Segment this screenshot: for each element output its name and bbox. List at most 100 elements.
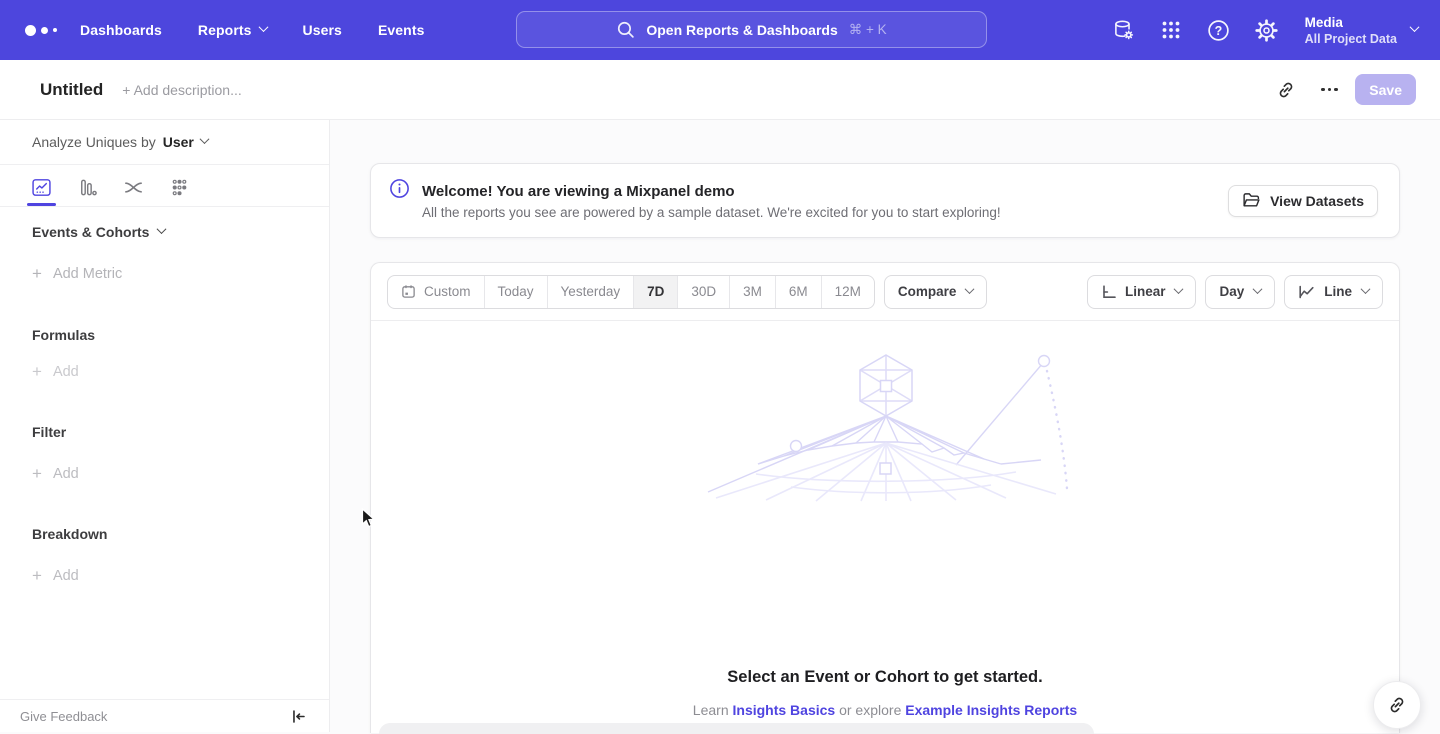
banner-subtitle: All the reports you see are powered by a… xyxy=(422,205,1228,220)
range-today[interactable]: Today xyxy=(485,276,548,308)
section-title: Breakdown xyxy=(32,526,107,542)
tab-flow-chart[interactable] xyxy=(119,173,147,201)
add-filter-button[interactable]: + Add xyxy=(32,466,79,482)
add-breakdown-label: Add xyxy=(53,568,79,584)
help-icon[interactable]: ? xyxy=(1206,18,1231,43)
folder-icon xyxy=(1242,192,1261,209)
range-3m[interactable]: 3M xyxy=(730,276,776,308)
give-feedback-link[interactable]: Give Feedback xyxy=(20,709,107,724)
settings-gear-icon[interactable] xyxy=(1254,18,1279,43)
chart-type-label: Line xyxy=(1324,284,1352,299)
analyze-label: Analyze Uniques by xyxy=(32,134,156,150)
share-link-fab[interactable] xyxy=(1373,681,1421,729)
chevron-down-icon xyxy=(1253,284,1263,294)
scale-label: Linear xyxy=(1125,284,1166,299)
empty-state: Select an Event or Cohort to get started… xyxy=(371,321,1399,733)
analyze-uniques-row: Analyze Uniques by User xyxy=(0,120,329,165)
section-events-cohorts[interactable]: Events & Cohorts xyxy=(32,224,165,240)
nav-item-events[interactable]: Events xyxy=(378,14,425,46)
range-custom[interactable]: Custom xyxy=(388,276,485,308)
welcome-banner: Welcome! You are viewing a Mixpanel demo… xyxy=(370,163,1400,238)
svg-text:?: ? xyxy=(1214,23,1222,37)
range-12m[interactable]: 12M xyxy=(822,276,874,308)
report-title[interactable]: Untitled xyxy=(40,80,103,100)
more-options-icon[interactable] xyxy=(1312,73,1346,107)
chart-type-dropdown[interactable]: Line xyxy=(1284,275,1383,309)
scale-dropdown[interactable]: Linear xyxy=(1087,275,1197,309)
range-label: Custom xyxy=(424,284,471,299)
analyze-entity-value: User xyxy=(163,134,194,150)
view-datasets-label: View Datasets xyxy=(1270,193,1364,209)
chevron-down-icon xyxy=(1174,284,1184,294)
search-icon xyxy=(616,20,635,39)
report-toolbar: Custom Today Yesterday 7D 30D 3M 6M 12M … xyxy=(371,263,1399,321)
section-breakdown: Breakdown xyxy=(32,526,107,542)
analyze-entity-dropdown[interactable]: User xyxy=(163,134,208,150)
nav-item-dashboards[interactable]: Dashboards xyxy=(80,14,162,46)
section-title: Filter xyxy=(32,424,66,440)
interval-dropdown[interactable]: Day xyxy=(1205,275,1275,309)
range-7d[interactable]: 7D xyxy=(634,276,678,308)
chevron-down-icon xyxy=(1361,284,1371,294)
tab-insights-line[interactable] xyxy=(27,173,55,201)
primary-nav-links: Dashboards Reports Users Events xyxy=(80,14,460,46)
empty-state-title: Select an Event or Cohort to get started… xyxy=(371,668,1399,687)
sidebar-footer: Give Feedback xyxy=(0,699,329,732)
date-range-controls: Custom Today Yesterday 7D 30D 3M 6M 12M … xyxy=(387,275,987,309)
chevron-down-icon xyxy=(199,134,209,144)
nav-item-label: Users xyxy=(303,22,342,38)
chevron-down-icon xyxy=(1410,22,1420,32)
report-header: Untitled + Add description... Save xyxy=(0,60,1440,120)
example-reports-link[interactable]: Example Insights Reports xyxy=(905,702,1077,718)
add-metric-label: Add Metric xyxy=(53,266,122,282)
range-label: Today xyxy=(498,284,534,299)
search-shortcut: ⌘ + K xyxy=(849,22,887,38)
mixpanel-logo[interactable] xyxy=(25,25,61,36)
range-label: 7D xyxy=(647,284,664,299)
range-6m[interactable]: 6M xyxy=(776,276,822,308)
compare-dropdown[interactable]: Compare xyxy=(884,275,988,309)
apps-grid-icon[interactable] xyxy=(1159,18,1183,42)
data-management-icon[interactable] xyxy=(1111,18,1136,43)
link-icon xyxy=(1387,695,1407,715)
insights-basics-link[interactable]: Insights Basics xyxy=(733,702,836,718)
active-tab-indicator xyxy=(27,203,56,206)
nav-item-users[interactable]: Users xyxy=(303,14,342,46)
range-label: 6M xyxy=(789,284,808,299)
range-label: 3M xyxy=(743,284,762,299)
copy-link-icon[interactable] xyxy=(1269,73,1303,107)
banner-text: Welcome! You are viewing a Mixpanel demo… xyxy=(422,181,1228,220)
nav-item-reports[interactable]: Reports xyxy=(198,14,267,46)
calendar-icon xyxy=(401,284,416,299)
add-formula-button[interactable]: + Add xyxy=(32,364,79,380)
tab-metrics-grid[interactable] xyxy=(165,173,193,201)
project-switcher[interactable]: Media All Project Data xyxy=(1305,14,1418,47)
plus-icon: + xyxy=(32,467,42,481)
collapse-sidebar-icon[interactable] xyxy=(290,708,307,725)
add-breakdown-button[interactable]: + Add xyxy=(32,568,79,584)
add-formula-label: Add xyxy=(53,364,79,380)
plus-icon: + xyxy=(32,569,42,583)
hint-text: or explore xyxy=(839,702,901,718)
section-formulas: Formulas xyxy=(32,327,95,343)
top-navigation-bar: Dashboards Reports Users Events Open Rep… xyxy=(0,0,1440,60)
view-datasets-button[interactable]: View Datasets xyxy=(1228,185,1378,217)
chart-display-controls: Linear Day Line xyxy=(1087,275,1383,309)
add-metric-button[interactable]: + Add Metric xyxy=(32,266,122,282)
global-search-bar[interactable]: Open Reports & Dashboards ⌘ + K xyxy=(516,11,987,48)
interval-label: Day xyxy=(1219,284,1244,299)
tab-bar-chart[interactable] xyxy=(73,173,101,201)
empty-state-illustration xyxy=(696,342,1076,502)
range-label: 12M xyxy=(835,284,861,299)
chart-type-tabs xyxy=(0,165,329,207)
linear-axis-icon xyxy=(1101,284,1117,300)
range-yesterday[interactable]: Yesterday xyxy=(548,276,635,308)
search-placeholder: Open Reports & Dashboards xyxy=(646,22,837,38)
nav-item-label: Events xyxy=(378,22,425,38)
save-button[interactable]: Save xyxy=(1355,74,1416,105)
section-filter: Filter xyxy=(32,424,66,440)
plus-icon: + xyxy=(32,365,42,379)
chevron-down-icon xyxy=(157,224,167,234)
range-30d[interactable]: 30D xyxy=(678,276,730,308)
add-description-field[interactable]: + Add description... xyxy=(122,82,241,98)
